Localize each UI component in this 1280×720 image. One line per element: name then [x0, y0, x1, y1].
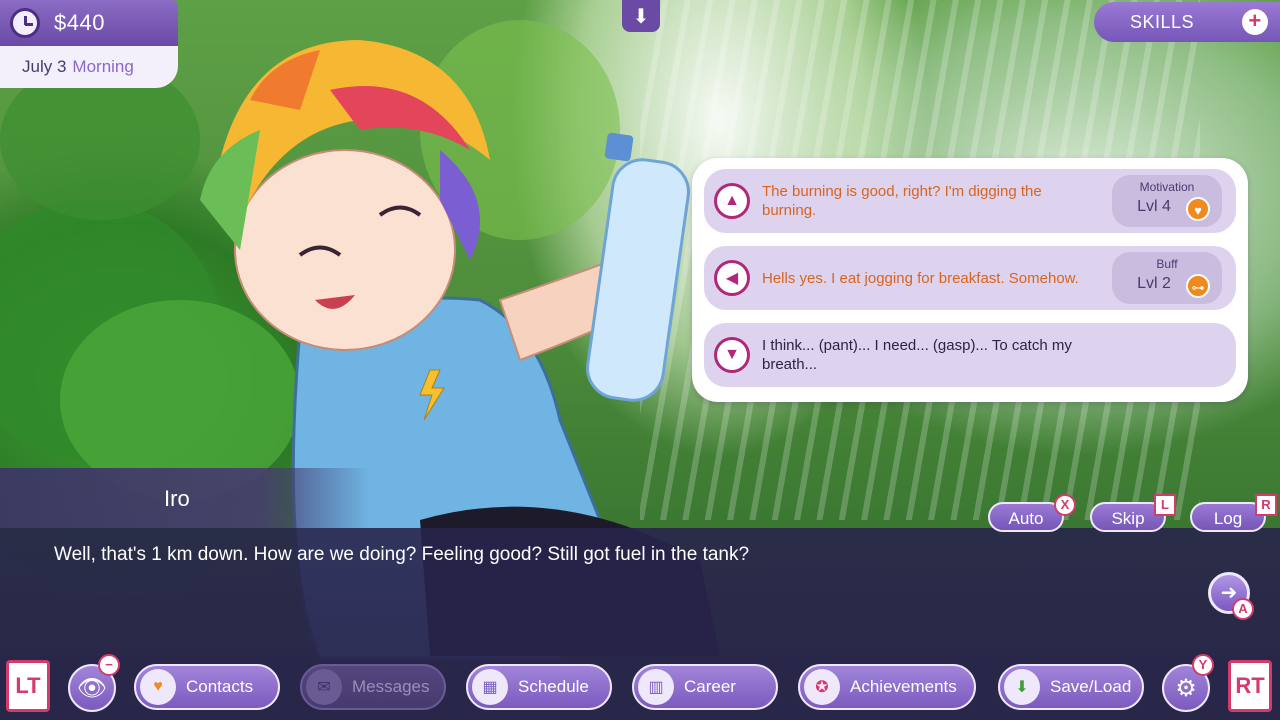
- clock-icon: [10, 8, 40, 38]
- gear-icon: ⚙: [1175, 674, 1197, 702]
- arrow-down-icon: ⬇: [632, 4, 650, 28]
- stat-level: Lvl 2: [1137, 275, 1171, 292]
- career-label: Career: [684, 677, 736, 696]
- save-load-label: Save/Load: [1050, 677, 1132, 696]
- choice-option-left[interactable]: ◀ Hells yes. I eat jogging for breakfast…: [704, 246, 1236, 310]
- log-label: Log: [1213, 509, 1243, 528]
- contacts-button[interactable]: ♥ Contacts: [134, 664, 280, 710]
- skills-button[interactable]: SKILLS +: [1094, 2, 1280, 42]
- calendar-icon: ▦: [472, 669, 508, 705]
- date-label: July 3: [22, 57, 67, 76]
- eye-icon: 👁: [76, 674, 108, 702]
- auto-label: Auto: [1008, 509, 1044, 528]
- save-load-button[interactable]: ⬇ Save/Load: [998, 664, 1144, 710]
- time-of-day: Morning: [72, 57, 134, 76]
- plus-icon: +: [1242, 9, 1268, 35]
- skills-label: SKILLS: [1130, 11, 1195, 32]
- skip-label: Skip: [1111, 509, 1145, 528]
- schedule-button[interactable]: ▦ Schedule: [466, 664, 612, 710]
- medal-icon: ✪: [804, 669, 840, 705]
- schedule-label: Schedule: [518, 677, 589, 696]
- key-x-badge: X: [1054, 494, 1076, 516]
- dialogue-line: Well, that's 1 km down. How are we doing…: [54, 544, 750, 565]
- collapse-down-button[interactable]: ⬇: [622, 0, 660, 32]
- dumbbell-icon: ⊶: [1186, 274, 1210, 298]
- choice-text: Hells yes. I eat jogging for breakfast. …: [762, 269, 1079, 287]
- arrow-up-icon: ▲: [714, 183, 750, 219]
- bar-chart-icon: ▥: [638, 669, 674, 705]
- heart-icon: ♥: [140, 669, 176, 705]
- stat-name: Buff: [1156, 257, 1178, 271]
- stat-badge-motivation: Motivation Lvl 4 ♥: [1112, 175, 1222, 227]
- achievements-label: Achievements: [850, 677, 957, 696]
- lt-button[interactable]: LT: [6, 660, 50, 712]
- message-icon: ✉: [306, 669, 342, 705]
- rt-button[interactable]: RT: [1228, 660, 1272, 712]
- key-r-badge: R: [1255, 494, 1277, 516]
- money-date-panel: $440 July 3 Morning: [0, 0, 178, 88]
- key-a-badge: A: [1232, 598, 1254, 620]
- stat-badge-buff: Buff Lvl 2 ⊶: [1112, 252, 1222, 304]
- arrow-left-icon: ◀: [714, 260, 750, 296]
- achievements-button[interactable]: ✪ Achievements: [798, 664, 976, 710]
- messages-button[interactable]: ✉ Messages: [300, 664, 446, 710]
- key-l-badge: L: [1154, 494, 1176, 516]
- speaker-name: Iro: [164, 486, 190, 511]
- stat-level: Lvl 4: [1137, 198, 1171, 215]
- arrow-down-icon: ▼: [714, 337, 750, 373]
- key-minus-badge: −: [98, 654, 120, 676]
- money-amount: $440: [54, 10, 105, 35]
- key-y-badge: Y: [1192, 654, 1214, 676]
- contacts-label: Contacts: [186, 677, 254, 696]
- choice-text: The burning is good, right? I'm digging …: [762, 183, 1042, 219]
- choice-text: I think... (pant)... I need... (gasp)...…: [762, 337, 1072, 373]
- choice-option-down[interactable]: ▼ I think... (pant)... I need... (gasp).…: [704, 323, 1236, 387]
- auto-button[interactable]: Auto: [988, 502, 1064, 532]
- download-icon: ⬇: [1004, 669, 1040, 705]
- career-button[interactable]: ▥ Career: [632, 664, 778, 710]
- choice-panel: ▲ The burning is good, right? I'm diggin…: [692, 158, 1248, 402]
- speaker-name-plate: Iro: [0, 468, 370, 528]
- choice-option-up[interactable]: ▲ The burning is good, right? I'm diggin…: [704, 169, 1236, 233]
- stat-name: Motivation: [1139, 180, 1195, 194]
- dialogue-box[interactable]: Well, that's 1 km down. How are we doing…: [0, 528, 1280, 656]
- messages-label: Messages: [352, 677, 430, 696]
- heart-icon: ♥: [1186, 197, 1210, 221]
